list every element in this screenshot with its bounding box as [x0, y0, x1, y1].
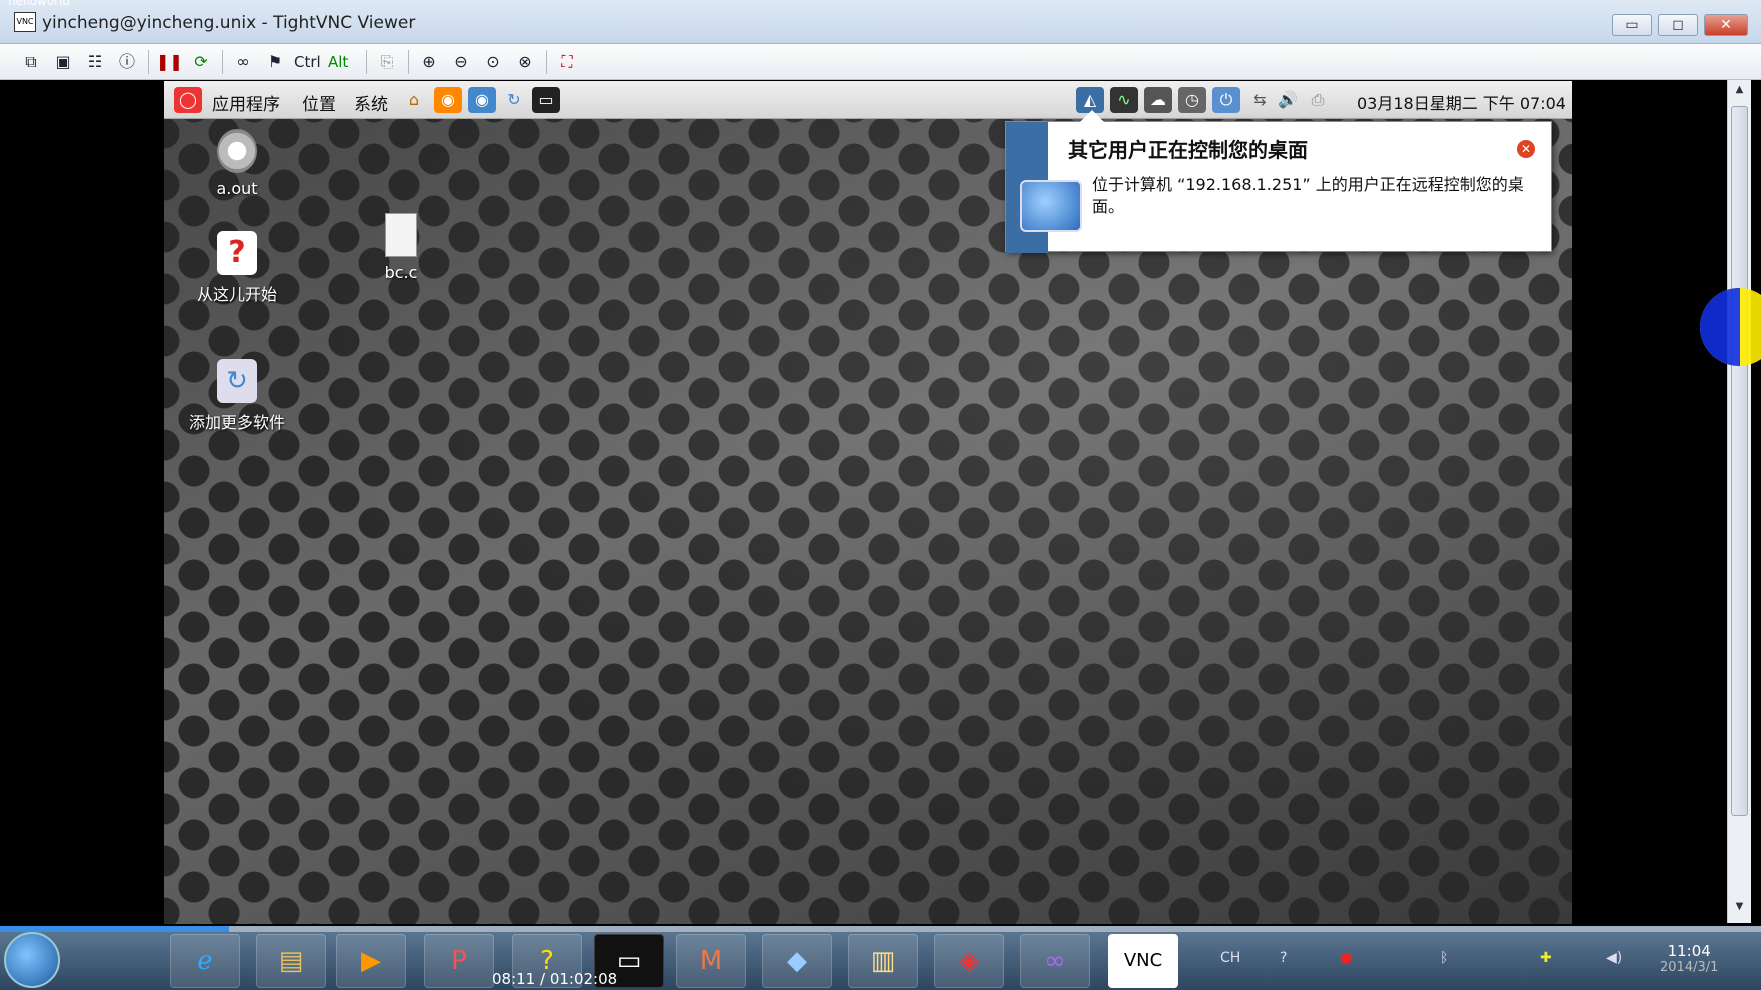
close-button[interactable]: ✕: [1704, 14, 1748, 36]
globe-icon: [1020, 180, 1082, 232]
desktop-icon-add-software[interactable]: ↻ 添加更多软件: [172, 359, 302, 433]
folder-icon[interactable]: ▥: [848, 934, 918, 988]
record-tray-icon[interactable]: ●: [1340, 950, 1352, 966]
window-titlebar: helloworld VNC yincheng@yincheng.unix - …: [0, 0, 1761, 44]
app-icon[interactable]: ◆: [762, 934, 832, 988]
options-icon[interactable]: ☷: [82, 49, 108, 75]
network-icon[interactable]: ☁: [1144, 87, 1172, 113]
scroll-down-icon[interactable]: ▼: [1731, 901, 1748, 919]
desktop-icon-bc-c[interactable]: bc.c: [336, 213, 466, 282]
refresh-icon[interactable]: ⟳: [188, 49, 214, 75]
update-icon[interactable]: ↻: [500, 87, 528, 113]
video-progress-bar[interactable]: [0, 926, 1761, 932]
ctrl-key-button[interactable]: Ctrl: [294, 49, 321, 75]
vnc-app-icon: VNC: [14, 12, 36, 32]
window-title: yincheng@yincheng.unix - TightVNC Viewer: [42, 13, 416, 33]
app-red-icon[interactable]: ◈: [934, 934, 1004, 988]
clock-applet-icon[interactable]: ◷: [1178, 87, 1206, 113]
vertical-scrollbar[interactable]: ▲ ▼: [1727, 80, 1751, 923]
notification-title: 其它用户正在控制您的桌面: [1068, 138, 1308, 162]
office-icon[interactable]: M: [676, 934, 746, 988]
maximize-button[interactable]: ◻: [1658, 14, 1698, 36]
start-button[interactable]: [4, 932, 60, 988]
vnc-toolbar: ⧉ ▣ ☷ ⓘ ❚❚ ⟳ ∞ ⚑ Ctrl Alt ⎘ ⊕ ⊖ ⊙ ⊗ ⛶: [0, 44, 1761, 80]
system-clock[interactable]: 11:04 2014/3/1: [1660, 942, 1718, 975]
scroll-up-icon[interactable]: ▲: [1731, 84, 1748, 102]
desktop-icon-label: bc.c: [384, 263, 418, 282]
desktop-icon-label: 添加更多软件: [188, 413, 285, 432]
scroll-thumb[interactable]: [1731, 106, 1748, 816]
system-date: 2014/3/1: [1660, 960, 1719, 975]
help-icon: ?: [217, 231, 257, 275]
remote-desktop[interactable]: ◯ 应用程序 位置 系统 ⌂ ◉ ◉ ↻ ▭ ◭ ∿ ☁ ◷ ⏻ ⇆ 🔊 ⎙ 0…: [164, 81, 1572, 924]
visual-studio-icon[interactable]: ∞: [1020, 934, 1090, 988]
desktop-icon-start-here[interactable]: ? 从这儿开始: [172, 231, 302, 305]
zoom-out-icon[interactable]: ⊖: [448, 49, 474, 75]
printer-icon[interactable]: ⎙: [1304, 87, 1332, 113]
menu-applications[interactable]: 应用程序: [212, 90, 280, 115]
volume-icon[interactable]: 🔊: [1274, 87, 1302, 113]
fullscreen-icon[interactable]: ⛶: [554, 49, 580, 75]
power-icon[interactable]: ⏻: [1212, 87, 1240, 113]
send-keys-icon[interactable]: ⚑: [262, 49, 288, 75]
system-monitor-icon[interactable]: ∿: [1110, 87, 1138, 113]
background-window-title: helloworld: [8, 0, 71, 8]
gnome-top-panel: ◯ 应用程序 位置 系统 ⌂ ◉ ◉ ↻ ▭ ◭ ∿ ☁ ◷ ⏻ ⇆ 🔊 ⎙ 0…: [164, 81, 1572, 119]
ubuntu-logo-icon[interactable]: ◯: [174, 87, 202, 113]
save-icon[interactable]: ▣: [50, 49, 76, 75]
menu-places[interactable]: 位置: [302, 90, 336, 115]
video-timecode: 08:11 / 01:02:08: [492, 970, 618, 988]
new-connection-icon[interactable]: ⧉: [18, 49, 44, 75]
notification-body: 位于计算机 “192.168.1.251” 上的用户正在远程控制您的桌面。: [1092, 175, 1524, 216]
desktop-icon-label: 从这儿开始: [196, 285, 277, 304]
info-icon[interactable]: ⓘ: [114, 49, 140, 75]
desktop-icon-label: a.out: [216, 179, 258, 198]
video-progress-fill: [0, 926, 229, 932]
volume-tray-icon[interactable]: ◀): [1606, 950, 1622, 966]
media-player-icon[interactable]: ▶: [336, 934, 406, 988]
zoom-in-icon[interactable]: ⊕: [416, 49, 442, 75]
terminal-icon[interactable]: ▭: [532, 87, 560, 113]
zoom-fit-icon[interactable]: ⊗: [512, 49, 538, 75]
pause-icon[interactable]: ❚❚: [156, 49, 183, 75]
menu-system[interactable]: 系统: [354, 90, 388, 115]
desktop-icon-a-out[interactable]: a.out: [172, 129, 302, 198]
system-time: 11:04: [1667, 942, 1711, 960]
bluetooth-icon[interactable]: ᛒ: [1440, 950, 1448, 966]
notification-pointer: [1080, 110, 1104, 122]
notification-close-icon[interactable]: ✕: [1517, 140, 1535, 158]
ie-icon[interactable]: ℯ: [170, 934, 240, 988]
lang-indicator[interactable]: CH: [1220, 950, 1240, 966]
text-file-icon: [385, 213, 417, 257]
thunderbird-icon[interactable]: ◉: [468, 87, 496, 113]
home-icon[interactable]: ⌂: [400, 87, 428, 113]
powerpoint-icon[interactable]: P: [424, 934, 494, 988]
connection-icon[interactable]: ⇆: [1246, 87, 1274, 113]
vnc-taskbar-icon[interactable]: VNC: [1108, 934, 1178, 988]
clipboard-icon[interactable]: ⎘: [374, 49, 400, 75]
ctrl-alt-del-icon[interactable]: ∞: [230, 49, 256, 75]
explorer-icon[interactable]: ▤: [256, 934, 326, 988]
minimize-button[interactable]: ▭: [1612, 14, 1652, 36]
plus-tray-icon[interactable]: ✚: [1540, 950, 1552, 966]
panel-clock[interactable]: 03月18日星期二 下午 07:04: [1357, 90, 1566, 114]
alt-key-button[interactable]: Alt: [328, 49, 348, 75]
zoom-100-icon[interactable]: ⊙: [480, 49, 506, 75]
notification-bubble: 其它用户正在控制您的桌面 位于计算机 “192.168.1.251” 上的用户正…: [1005, 110, 1552, 253]
firefox-icon[interactable]: ◉: [434, 87, 462, 113]
help-tray-icon[interactable]: ?: [1280, 950, 1287, 966]
software-center-icon: ↻: [217, 359, 257, 403]
gear-icon: [217, 129, 257, 173]
